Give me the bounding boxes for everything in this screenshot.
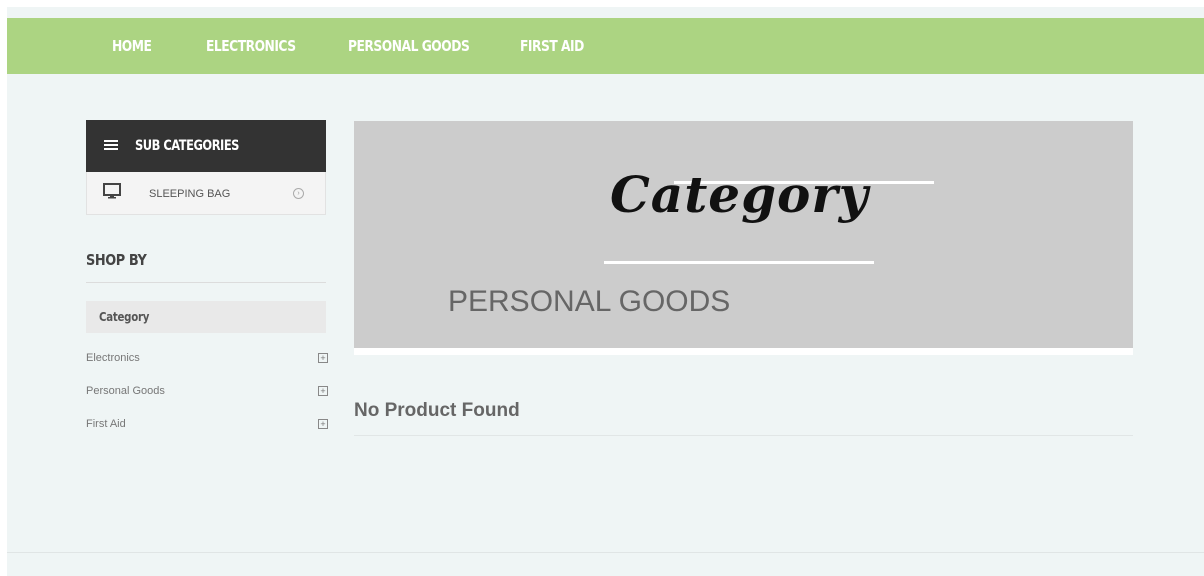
category-filter-title: Category bbox=[99, 310, 150, 324]
banner-bottom-bar bbox=[354, 348, 1133, 355]
filter-item-electronics[interactable]: Electronics + bbox=[86, 349, 328, 367]
filter-item-personal-goods[interactable]: Personal Goods + bbox=[86, 382, 328, 400]
sub-category-label: SLEEPING BAG bbox=[149, 188, 231, 200]
arrow-right-circle-icon: › bbox=[293, 188, 304, 199]
menu-icon bbox=[104, 140, 118, 152]
category-title: PERSONAL GOODS bbox=[448, 285, 731, 318]
nav-item-first-aid[interactable]: FIRST AID bbox=[520, 18, 584, 74]
expand-plus-icon[interactable]: + bbox=[318, 353, 328, 363]
empty-results-message: No Product Found bbox=[354, 400, 520, 421]
category-script-logo: Category bbox=[610, 165, 869, 224]
filter-label: Personal Goods bbox=[86, 385, 165, 397]
sub-categories-title: SUB CATEGORIES bbox=[135, 138, 239, 154]
nav-item-electronics[interactable]: ELECTRONICS bbox=[206, 18, 296, 74]
category-filter-header: Category bbox=[86, 301, 326, 333]
filter-item-first-aid[interactable]: First Aid + bbox=[86, 415, 328, 433]
nav-item-personal-goods[interactable]: PERSONAL GOODS bbox=[348, 18, 470, 74]
monitor-icon bbox=[103, 183, 121, 199]
sub-categories-header: SUB CATEGORIES bbox=[86, 120, 326, 172]
filter-label: First Aid bbox=[86, 418, 126, 430]
filter-label: Electronics bbox=[86, 352, 140, 364]
top-navigation-bar: HOME ELECTRONICS PERSONAL GOODS FIRST AI… bbox=[7, 18, 1204, 74]
shop-by-divider bbox=[86, 282, 326, 283]
banner-ghost-line bbox=[604, 261, 874, 264]
category-banner: Category PERSONAL GOODS bbox=[354, 121, 1133, 348]
page: HOME ELECTRONICS PERSONAL GOODS FIRST AI… bbox=[7, 7, 1204, 576]
sub-category-item-sleeping-bag[interactable]: SLEEPING BAG › bbox=[86, 172, 326, 215]
nav-item-home[interactable]: HOME bbox=[112, 18, 152, 74]
footer-divider bbox=[7, 552, 1204, 553]
shop-by-title: SHOP BY bbox=[86, 251, 147, 269]
results-divider bbox=[354, 435, 1133, 436]
expand-plus-icon[interactable]: + bbox=[318, 419, 328, 429]
expand-plus-icon[interactable]: + bbox=[318, 386, 328, 396]
